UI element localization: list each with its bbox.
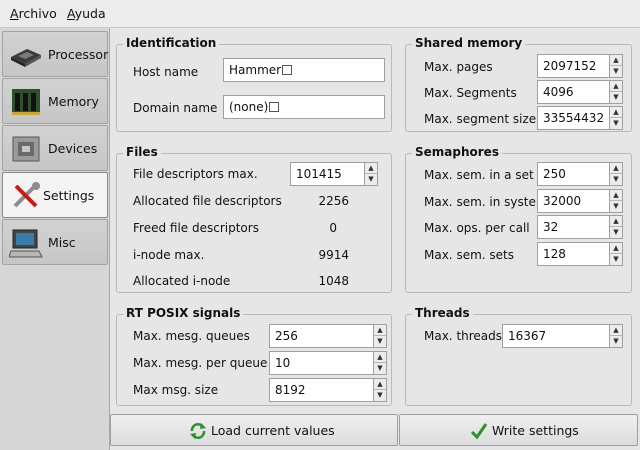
stepper-down-icon[interactable]: ▼ (374, 363, 386, 374)
load-current-values-button[interactable]: Load current values (110, 414, 398, 446)
max-segments-stepper[interactable]: 4096 ▲ ▼ (537, 80, 623, 104)
tools-icon (13, 182, 40, 208)
max-threads-stepper[interactable]: 16367 ▲ ▼ (502, 324, 623, 348)
domain-name-input[interactable]: (none) (223, 95, 385, 119)
allocated-file-descriptors-value: 2256 (318, 194, 349, 208)
allocated-inode-value: 1048 (318, 274, 349, 288)
stepper-down-icon[interactable]: ▼ (610, 118, 622, 129)
threads-group: Threads Max. threads 16367 ▲ ▼ (405, 306, 632, 406)
domain-name-label: Domain name (133, 101, 218, 115)
files-group: Files File descriptors max. 101415 ▲ ▼ Al… (116, 145, 392, 293)
stepper-up-icon[interactable]: ▲ (610, 190, 622, 201)
stepper-up-icon[interactable]: ▲ (610, 163, 622, 174)
menu-archivo[interactable]: Archivo (10, 6, 57, 21)
check-icon (470, 423, 488, 440)
refresh-icon (190, 423, 206, 439)
stepper-up-icon[interactable]: ▲ (610, 216, 622, 227)
input-cursor-icon (282, 65, 293, 75)
devices-icon (12, 136, 40, 162)
max-sem-in-system-stepper[interactable]: 32000 ▲ ▼ (537, 189, 623, 213)
stepper-up-icon[interactable]: ▲ (374, 325, 386, 336)
stepper-up-icon[interactable]: ▲ (610, 325, 622, 336)
identification-group: Identification Host name Hammer Domain n… (116, 36, 392, 132)
computer-icon (9, 229, 43, 258)
max-segment-size-stepper[interactable]: 33554432 ▲ ▼ (537, 106, 623, 130)
rt-posix-signals-group: RT POSIX signals Max. mesg. queues 256 ▲… (116, 306, 392, 406)
file-descriptors-max-stepper[interactable]: 101415 ▲ ▼ (290, 162, 378, 186)
stepper-up-icon[interactable]: ▲ (610, 55, 622, 66)
sidebar-item-devices[interactable]: Devices (2, 125, 108, 171)
stepper-down-icon[interactable]: ▼ (610, 254, 622, 265)
memory-icon (12, 89, 40, 115)
max-sem-in-set-stepper[interactable]: 250 ▲ ▼ (537, 162, 623, 186)
max-pages-stepper[interactable]: 2097152 ▲ ▼ (537, 54, 623, 78)
stepper-up-icon[interactable]: ▲ (610, 107, 622, 118)
freed-file-descriptors-value: 0 (329, 221, 337, 235)
max-msg-size-stepper[interactable]: 8192 ▲ ▼ (269, 378, 387, 402)
stepper-down-icon[interactable]: ▼ (610, 66, 622, 77)
max-ops-per-call-stepper[interactable]: 32 ▲ ▼ (537, 215, 623, 239)
sidebar-item-settings[interactable]: Settings (2, 172, 108, 218)
stepper-up-icon[interactable]: ▲ (610, 81, 622, 92)
stepper-down-icon[interactable]: ▼ (610, 227, 622, 238)
stepper-up-icon[interactable]: ▲ (610, 243, 622, 254)
stepper-down-icon[interactable]: ▼ (610, 336, 622, 347)
sidebar-item-misc[interactable]: Misc (2, 219, 108, 265)
input-cursor-icon (269, 102, 280, 112)
sidebar: Processor Memory Devices Settings Misc (0, 28, 110, 450)
menu-ayuda[interactable]: Ayuda (67, 6, 106, 21)
write-settings-button[interactable]: Write settings (399, 414, 638, 446)
menu-bar: Archivo Ayuda (0, 0, 640, 28)
stepper-down-icon[interactable]: ▼ (374, 336, 386, 347)
stepper-down-icon[interactable]: ▼ (610, 92, 622, 103)
sidebar-item-memory[interactable]: Memory (2, 78, 108, 124)
processor-icon (11, 49, 41, 67)
stepper-up-icon[interactable]: ▲ (374, 379, 386, 390)
stepper-down-icon[interactable]: ▼ (610, 201, 622, 212)
max-sem-sets-stepper[interactable]: 128 ▲ ▼ (537, 242, 623, 266)
host-name-label: Host name (133, 65, 199, 79)
inode-max-value: 9914 (318, 248, 349, 262)
stepper-up-icon[interactable]: ▲ (374, 352, 386, 363)
stepper-down-icon[interactable]: ▼ (365, 174, 377, 185)
semaphores-group: Semaphores Max. sem. in a set 250 ▲ ▼ Max… (405, 145, 632, 293)
stepper-up-icon[interactable]: ▲ (365, 163, 377, 174)
stepper-down-icon[interactable]: ▼ (374, 390, 386, 401)
host-name-input[interactable]: Hammer (223, 58, 385, 82)
shared-memory-group: Shared memory Max. pages 2097152 ▲ ▼ Max.… (405, 36, 632, 132)
max-mesg-per-queue-stepper[interactable]: 10 ▲ ▼ (269, 351, 387, 375)
sidebar-item-processor[interactable]: Processor (2, 31, 108, 77)
max-mesg-queues-stepper[interactable]: 256 ▲ ▼ (269, 324, 387, 348)
stepper-down-icon[interactable]: ▼ (610, 174, 622, 185)
